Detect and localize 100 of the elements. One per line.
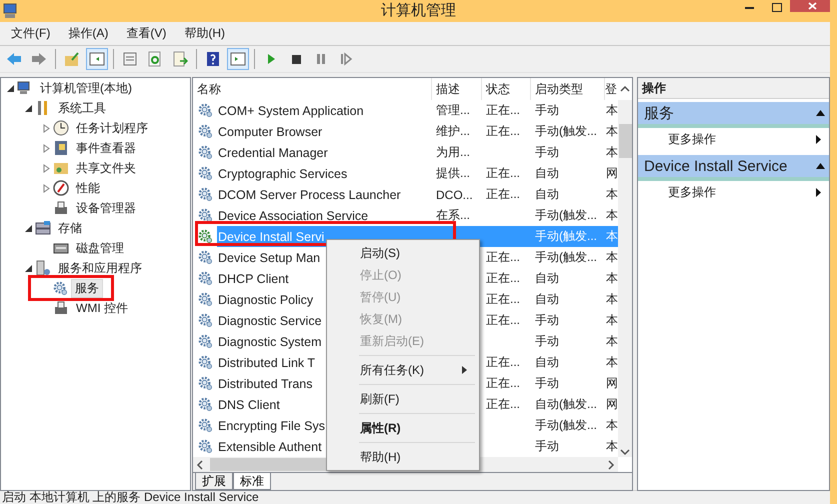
menu-item[interactable]: 帮助(H) xyxy=(175,25,234,42)
menu-item[interactable]: 操作(A) xyxy=(59,25,118,42)
view-tab[interactable]: 扩展 xyxy=(195,473,233,490)
tree-item[interactable]: 服务 xyxy=(71,278,103,298)
tree-item[interactable]: 设备管理器 xyxy=(72,198,140,218)
gear-icon xyxy=(198,397,212,412)
table-cell: 本 xyxy=(606,438,618,455)
scroll-down-icon[interactable] xyxy=(619,447,631,457)
table-cell: 自动 xyxy=(535,165,559,182)
collapse-arrow-icon[interactable] xyxy=(25,104,33,112)
table-cell: 本 xyxy=(606,207,618,224)
scroll-left-icon[interactable] xyxy=(196,460,204,470)
table-cell: 正在... xyxy=(486,354,520,371)
table-row[interactable]: Computer Browser 维护... 正在... 手动(触发... 本 xyxy=(193,121,618,142)
table-cell: 网 xyxy=(606,165,618,182)
expand-arrow-icon[interactable] xyxy=(43,164,51,172)
menu-item[interactable]: 文件(F) xyxy=(2,25,60,42)
gear-icon xyxy=(198,334,212,349)
collapse-arrow-icon[interactable] xyxy=(25,224,33,232)
status-bar: 启动 本地计算机 上的服务 Device Install Service xyxy=(0,490,830,504)
action-link[interactable]: 更多操作 xyxy=(638,181,829,203)
tree-item[interactable]: WMI 控件 xyxy=(72,298,132,318)
show-tree-button[interactable] xyxy=(86,48,108,70)
tree-item[interactable]: 系统工具 xyxy=(54,98,110,118)
column-header[interactable]: 启动类型 xyxy=(531,78,605,100)
table-cell: 本 xyxy=(606,123,618,140)
gear-icon xyxy=(198,208,212,223)
table-cell: 本 xyxy=(606,417,618,434)
gear-icon xyxy=(53,280,68,296)
table-cell: 正在... xyxy=(486,270,520,287)
table-cell: 自动 xyxy=(535,186,559,203)
submenu-arrow-icon xyxy=(816,188,821,196)
tree-item[interactable]: 共享文件夹 xyxy=(72,158,140,178)
table-row[interactable]: COM+ System Application 管理... 正在... 手动 本 xyxy=(193,100,618,121)
menu-item[interactable]: 所有任务(K) xyxy=(329,359,477,381)
table-cell: 为用... xyxy=(436,144,470,161)
action-section-header[interactable]: Device Install Service xyxy=(638,155,829,181)
column-header[interactable]: 状态 xyxy=(482,78,531,100)
column-header[interactable]: 描述 xyxy=(432,78,482,100)
service-name: Distributed Link T xyxy=(218,356,316,370)
expand-arrow-icon[interactable] xyxy=(43,144,51,152)
service-name: Cryptographic Services xyxy=(218,166,348,180)
computer-icon xyxy=(3,3,19,19)
action-pane-button[interactable] xyxy=(227,48,249,70)
tree-item[interactable]: 服务和应用程序 xyxy=(54,258,146,278)
table-cell: 手动 xyxy=(535,333,559,350)
tree-item[interactable]: 计算机管理(本地) xyxy=(36,78,136,98)
close-button[interactable] xyxy=(790,0,830,12)
table-cell: 手动(触发... xyxy=(535,417,597,434)
tree-item[interactable]: 存储 xyxy=(54,218,86,238)
table-cell: 手动(触发... xyxy=(535,228,597,245)
menu-item[interactable]: 属性(R) xyxy=(329,417,477,439)
action-link[interactable]: 更多操作 xyxy=(638,128,829,150)
menu-item[interactable]: 查看(V) xyxy=(117,25,176,42)
table-cell: 正在... xyxy=(486,165,520,182)
expand-arrow-icon[interactable] xyxy=(43,124,51,132)
table-cell: 手动 xyxy=(535,375,559,392)
table-row[interactable]: Cryptographic Services 提供... 正在... 自动 网 xyxy=(193,163,618,184)
folder-icon xyxy=(64,51,80,67)
table-cell: DCO... xyxy=(436,188,473,202)
table-cell: 本 xyxy=(606,333,618,350)
collapse-arrow-icon[interactable] xyxy=(7,84,15,92)
gear-icon xyxy=(198,229,212,244)
gear-icon xyxy=(198,166,212,181)
table-cell: 手动(触发... xyxy=(535,249,597,266)
action-pane-icon xyxy=(230,51,246,67)
scroll-up-icon[interactable] xyxy=(618,84,632,94)
action-section-header[interactable]: 服务 xyxy=(638,102,829,128)
table-cell: 正在... xyxy=(486,123,520,140)
scrollbar-thumb[interactable] xyxy=(618,124,632,158)
table-row[interactable]: Device Association Service 在系... 手动(触发... 本 xyxy=(193,205,618,226)
table-cell: 本 xyxy=(606,270,618,287)
table-row[interactable]: Credential Manager 为用... 手动 本 xyxy=(193,142,618,163)
service-name: Encrypting File Sys xyxy=(218,418,325,432)
tree-item[interactable]: 事件查看器 xyxy=(72,138,140,158)
gear-icon xyxy=(198,124,212,139)
table-cell: 本 xyxy=(606,354,618,371)
service-name: Diagnostic Service xyxy=(218,314,322,328)
service-name: Distributed Trans xyxy=(218,376,312,390)
server-icon xyxy=(35,260,51,276)
view-tab[interactable]: 标准 xyxy=(233,473,271,490)
gear-icon xyxy=(198,145,212,160)
service-name: DHCP Client xyxy=(218,272,289,286)
table-cell: 本 xyxy=(606,228,618,245)
tree-item[interactable]: 磁盘管理 xyxy=(72,238,128,258)
gear-icon xyxy=(198,376,212,391)
column-header[interactable]: 登 xyxy=(605,78,618,100)
tree-item[interactable]: 任务计划程序 xyxy=(72,118,152,138)
table-cell: 手动 xyxy=(535,438,559,455)
table-cell: 本 xyxy=(606,312,618,329)
scroll-right-icon[interactable] xyxy=(607,460,615,470)
table-cell: 正在... xyxy=(486,249,520,266)
menu-item[interactable]: 刷新(F) xyxy=(329,388,477,410)
expand-arrow-icon[interactable] xyxy=(43,184,51,192)
table-row[interactable]: DCOM Server Process Launcher DCO... 正在... 自动 本 xyxy=(193,184,618,205)
menu-item[interactable]: 帮助(H) xyxy=(329,446,477,468)
collapse-arrow-icon[interactable] xyxy=(25,264,33,272)
tree-item[interactable]: 性能 xyxy=(72,178,104,198)
service-name: Diagnostic Policy xyxy=(218,292,314,306)
collapse-arrow-icon xyxy=(816,163,825,169)
